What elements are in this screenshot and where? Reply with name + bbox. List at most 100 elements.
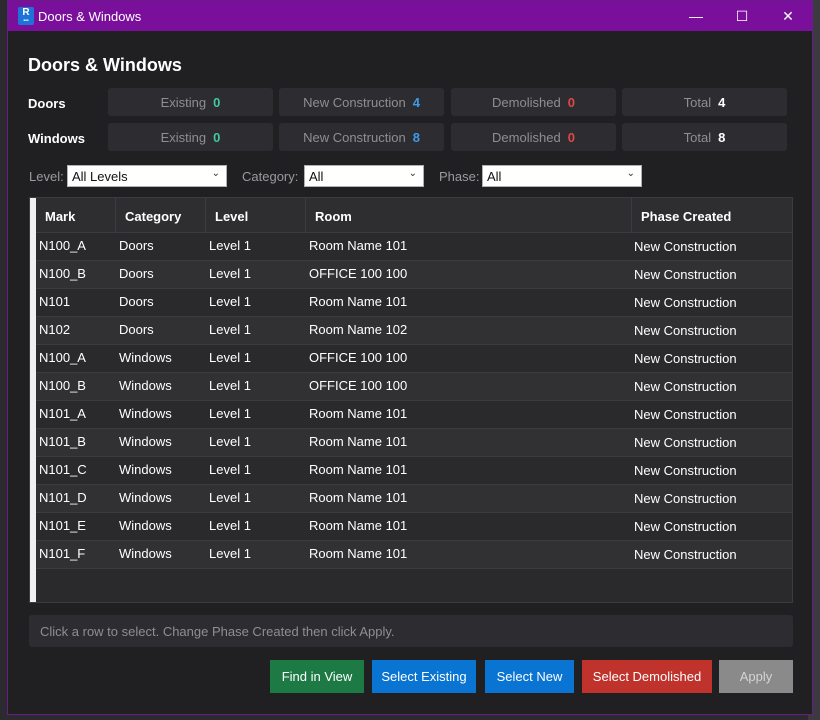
cell-level: Level 1 — [209, 462, 251, 477]
table-row[interactable]: N101_E Windows Level 1 Room Name 101 New Con… — [36, 513, 792, 541]
table-row[interactable]: N100_B Doors Level 1 OFFICE 100 100 New Cons… — [36, 261, 792, 289]
cell-room: Room Name 101 — [309, 462, 408, 477]
windows-total-card: Total 8 — [622, 123, 787, 151]
doors-new-count: 4 — [412, 94, 420, 110]
cell-level: Level 1 — [209, 350, 251, 365]
cell-room: Room Name 101 — [309, 238, 408, 253]
doors-demolished-card: Demolished 0 — [451, 88, 616, 116]
cell-mark: N101_F — [39, 546, 86, 561]
chevron-down-icon: ⌄ — [211, 168, 220, 179]
cell-level: Level 1 — [209, 266, 251, 281]
elements-table[interactable]: Mark Category Level Room Phase Created N… — [29, 197, 793, 603]
column-header-phase-created[interactable]: Phase Created — [632, 198, 792, 233]
cell-phase-created: New Construction — [634, 491, 737, 506]
close-button[interactable]: ✕ — [765, 1, 811, 31]
cell-phase-created: New Construction — [634, 463, 737, 478]
maximize-button[interactable]: ☐ — [719, 1, 765, 31]
windows-new-count: 8 — [412, 129, 420, 145]
cell-level: Level 1 — [209, 378, 251, 393]
cell-phase-created: New Construction — [634, 295, 737, 310]
column-header-room[interactable]: Room — [306, 198, 632, 233]
table-row[interactable]: N100_B Windows Level 1 OFFICE 100 100 New Co… — [36, 373, 792, 401]
cell-category: Doors — [119, 266, 154, 281]
table-row[interactable]: N101 Doors Level 1 Room Name 101 New Constru… — [36, 289, 792, 317]
cell-mark: N101_A — [39, 406, 86, 421]
windows-new-card: New Construction 8 — [279, 123, 444, 151]
doors-new-card: New Construction 4 — [279, 88, 444, 116]
title-bar[interactable]: R ••• Doors & Windows — ☐ ✕ — [8, 1, 812, 31]
select-new-button[interactable]: Select New — [485, 660, 574, 693]
cell-level: Level 1 — [209, 294, 251, 309]
maximize-icon: ☐ — [735, 7, 749, 24]
doors-total-count: 4 — [718, 94, 726, 110]
doors-windows-dialog: R ••• Doors & Windows — ☐ ✕ Doors & Wind… — [7, 0, 813, 715]
cell-category: Windows — [119, 546, 172, 561]
doors-label: Doors — [28, 96, 66, 111]
table-row[interactable]: N101_A Windows Level 1 Room Name 101 New Con… — [36, 401, 792, 429]
cell-room: Room Name 101 — [309, 518, 408, 533]
find-in-view-button[interactable]: Find in View — [270, 660, 364, 693]
cell-phase-created: New Construction — [634, 267, 737, 282]
cell-phase-created: New Construction — [634, 323, 737, 338]
windows-demolished-count: 0 — [567, 129, 575, 145]
minimize-button[interactable]: — — [673, 1, 719, 31]
table-row[interactable]: N101_F Windows Level 1 Room Name 101 New Con… — [36, 541, 792, 569]
table-row[interactable]: N100_A Windows Level 1 OFFICE 100 100 New Co… — [36, 345, 792, 373]
table-row[interactable]: N100_A Doors Level 1 Room Name 101 New Const… — [36, 233, 792, 261]
cell-phase-created: New Construction — [634, 407, 737, 422]
table-row[interactable]: N101_B Windows Level 1 Room Name 101 New Con… — [36, 429, 792, 457]
doors-total-card: Total 4 — [622, 88, 787, 116]
apply-button[interactable]: Apply — [719, 660, 793, 693]
cell-mark: N101_B — [39, 434, 86, 449]
minimize-icon: — — [689, 8, 703, 24]
windows-label: Windows — [28, 131, 85, 146]
cell-level: Level 1 — [209, 238, 251, 253]
cell-mark: N101_C — [39, 462, 87, 477]
table-row[interactable]: N101_D Windows Level 1 Room Name 101 New Con… — [36, 485, 792, 513]
cell-category: Doors — [119, 322, 154, 337]
cell-room: Room Name 101 — [309, 434, 408, 449]
windows-existing-count: 0 — [213, 129, 221, 145]
window-title: Doors & Windows — [38, 9, 142, 24]
cell-mark: N101_E — [39, 518, 86, 533]
select-demolished-button[interactable]: Select Demolished — [582, 660, 712, 693]
table-row[interactable]: N102 Doors Level 1 Room Name 102 New Constru… — [36, 317, 792, 345]
cell-phase-created: New Construction — [634, 547, 737, 562]
cell-level: Level 1 — [209, 490, 251, 505]
cell-room: Room Name 101 — [309, 490, 408, 505]
column-header-mark[interactable]: Mark — [36, 198, 116, 233]
level-filter-label: Level: — [29, 169, 64, 184]
select-existing-button[interactable]: Select Existing — [372, 660, 476, 693]
table-header: Mark Category Level Room Phase Created — [36, 198, 792, 233]
cell-category: Windows — [119, 406, 172, 421]
cell-phase-created: New Construction — [634, 435, 737, 450]
doors-existing-card: Existing 0 — [108, 88, 273, 116]
cell-room: OFFICE 100 100 — [309, 378, 408, 393]
cell-mark: N102 — [39, 322, 71, 337]
cell-phase-created: New Construction — [634, 519, 737, 534]
cell-mark: N100_A — [39, 350, 86, 365]
column-header-level[interactable]: Level — [206, 198, 306, 233]
dialog-content: Doors & Windows Doors Existing 0 New Cons… — [8, 31, 812, 714]
category-filter-select[interactable]: All ⌄ — [304, 165, 424, 187]
cell-mark: N100_A — [39, 238, 86, 253]
cell-level: Level 1 — [209, 322, 251, 337]
chevron-down-icon: ⌄ — [408, 168, 417, 179]
cell-category: Windows — [119, 350, 172, 365]
level-filter-select[interactable]: All Levels ⌄ — [67, 165, 227, 187]
category-filter-label: Category: — [242, 169, 299, 184]
cell-mark: N101_D — [39, 490, 87, 505]
windows-existing-card: Existing 0 — [108, 123, 273, 151]
cell-category: Windows — [119, 462, 172, 477]
cell-level: Level 1 — [209, 434, 251, 449]
chevron-down-icon: ⌄ — [626, 168, 635, 179]
cell-room: Room Name 101 — [309, 294, 408, 309]
cell-phase-created: New Construction — [634, 379, 737, 394]
cell-mark: N100_B — [39, 378, 86, 393]
column-header-category[interactable]: Category — [116, 198, 206, 233]
cell-room: Room Name 101 — [309, 546, 408, 561]
cell-category: Windows — [119, 378, 172, 393]
table-row[interactable]: N101_C Windows Level 1 Room Name 101 New Con… — [36, 457, 792, 485]
phase-filter-select[interactable]: All ⌄ — [482, 165, 642, 187]
cell-category: Doors — [119, 294, 154, 309]
